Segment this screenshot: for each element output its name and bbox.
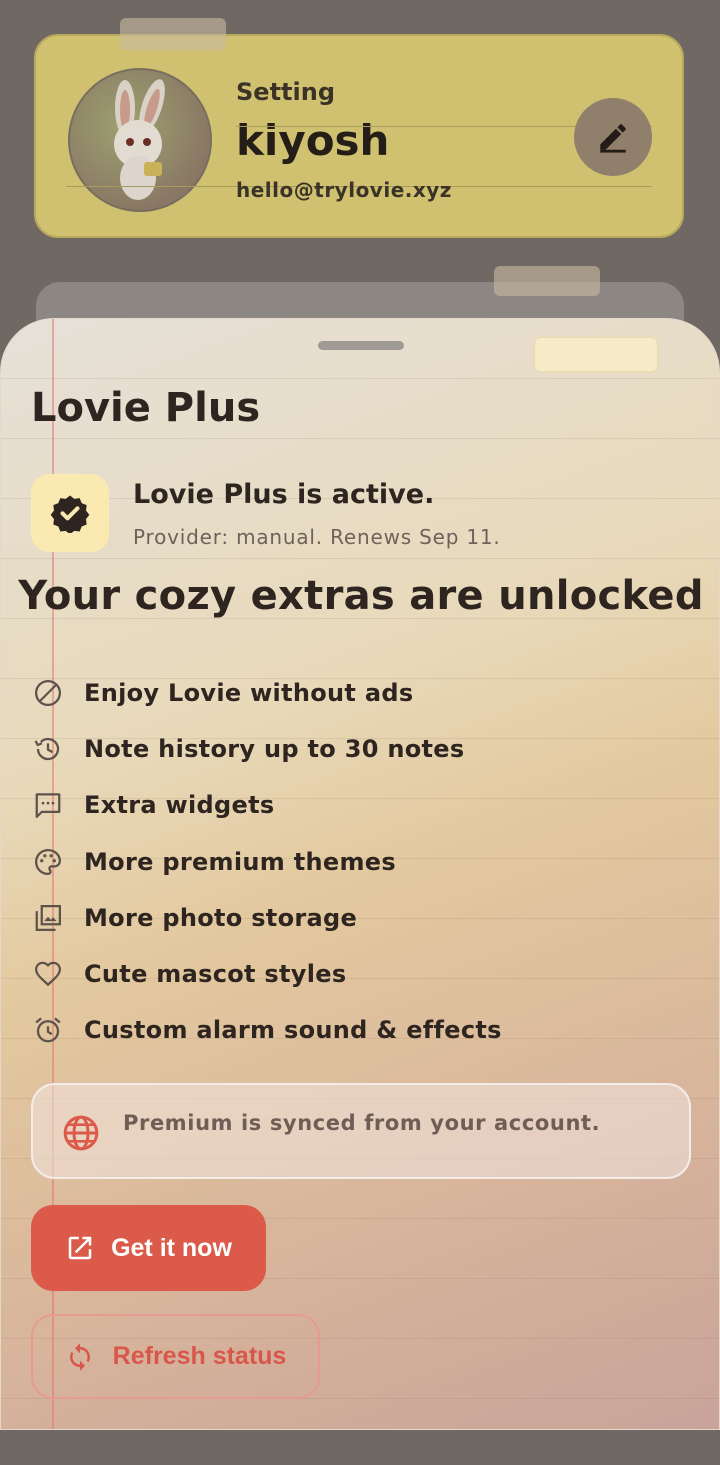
globe-icon (63, 1115, 99, 1151)
profile-email: hello@trylovie.xyz (236, 178, 452, 202)
feature-label: More photo storage (84, 903, 358, 932)
feature-item: More premium themes (31, 834, 502, 890)
feature-list: Enjoy Lovie without ads Note history up … (31, 665, 502, 1058)
tape-decoration (120, 18, 226, 50)
profile-card: Setting kiyosh hello@trylovie.xyz (34, 18, 684, 238)
sheet-drag-handle[interactable] (318, 341, 404, 350)
sync-note: Premium is synced from your account. (123, 1111, 601, 1135)
feature-item: Custom alarm sound & effects (31, 1002, 502, 1058)
feature-item: Note history up to 30 notes (31, 721, 502, 777)
avatar[interactable] (68, 68, 212, 212)
chat-icon (31, 788, 65, 822)
profile-name: kiyosh (236, 116, 390, 165)
status-badge (31, 474, 109, 552)
photo-library-icon (31, 901, 65, 935)
bunny-mascot-icon (114, 79, 165, 200)
feature-label: Enjoy Lovie without ads (84, 679, 414, 708)
status-title: Lovie Plus is active. (133, 479, 435, 510)
feature-item: Extra widgets (31, 777, 502, 833)
feature-item: More photo storage (31, 890, 502, 946)
profile-section-label: Setting (236, 78, 335, 106)
edit-profile-button[interactable] (574, 98, 652, 176)
sync-info-box: Premium is synced from your account. (31, 1083, 691, 1179)
refresh-icon (69, 1342, 90, 1371)
sheet-title: Lovie Plus (31, 385, 261, 431)
lovie-plus-sheet: Lovie Plus Lovie Plus is active. Provide… (0, 318, 720, 1430)
history-icon (31, 732, 65, 766)
feature-label: Cute mascot styles (84, 960, 347, 989)
open-in-new-icon (68, 1236, 92, 1260)
feature-label: More premium themes (84, 847, 396, 876)
get-it-now-label: Get it now (111, 1233, 232, 1262)
edit-pencil-icon (600, 124, 626, 153)
palette-icon (31, 845, 65, 879)
feature-label: Extra widgets (84, 791, 275, 820)
tape-decoration (534, 337, 658, 372)
feature-label: Custom alarm sound & effects (84, 1016, 502, 1045)
alarm-icon (31, 1013, 65, 1047)
verified-badge-icon (50, 495, 90, 533)
feature-item: Enjoy Lovie without ads (31, 665, 502, 721)
get-it-now-button[interactable]: Get it now (31, 1205, 266, 1291)
block-icon (31, 676, 65, 710)
heart-icon (31, 957, 65, 991)
status-subtitle: Provider: manual. Renews Sep 11. (133, 525, 501, 549)
feature-item: Cute mascot styles (31, 946, 502, 1002)
refresh-status-label: Refresh status (112, 1342, 287, 1370)
tape-decoration (494, 266, 600, 296)
headline: Your cozy extras are unlocked (18, 573, 704, 619)
feature-label: Note history up to 30 notes (84, 735, 465, 764)
refresh-status-button[interactable]: Refresh status (31, 1314, 320, 1399)
